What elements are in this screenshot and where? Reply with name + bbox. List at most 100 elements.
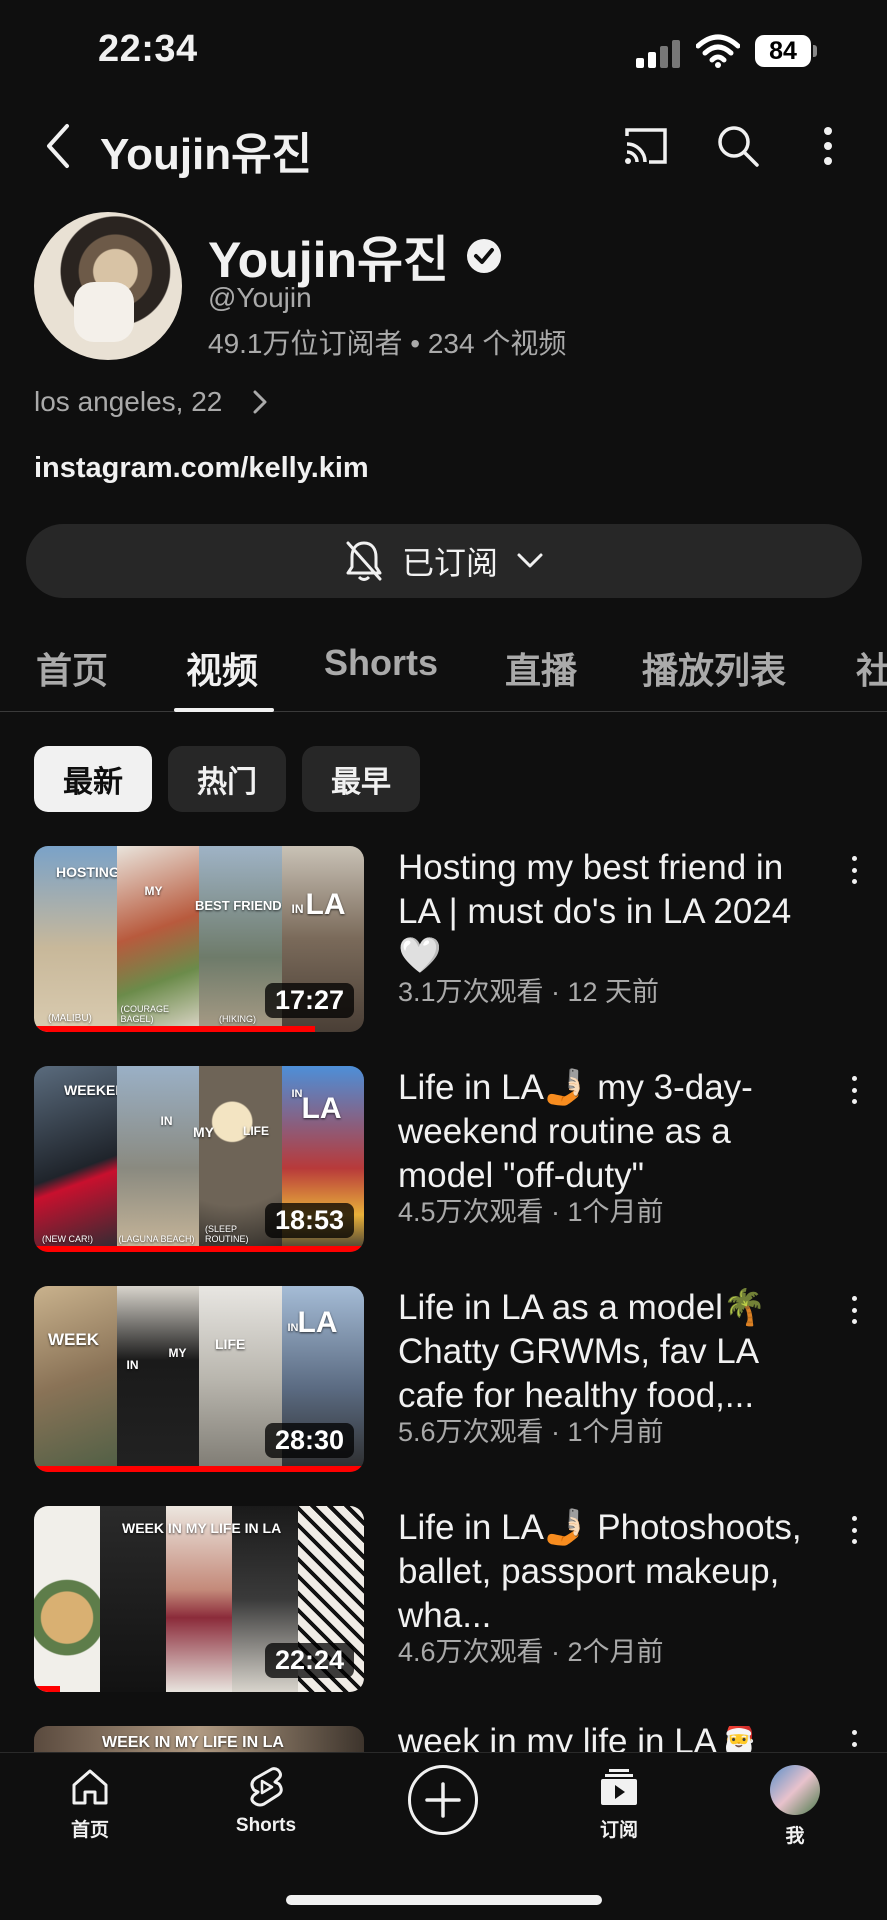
nav-you-label: 我 [785,1826,805,1847]
nav-home[interactable]: 首页 [30,1765,150,1842]
thumb-text: LIFE [243,1124,269,1138]
battery-icon: 84 [755,35,817,67]
chevron-right-icon [253,390,267,414]
subscribed-button[interactable]: 已订阅 [26,524,862,598]
video-thumbnail[interactable]: WEEK IN MY LIFE IN LA [34,1726,364,1752]
status-bar: 22:34 84 [0,0,887,100]
status-time: 22:34 [98,28,198,70]
channel-description[interactable]: los angeles, 22 [34,386,270,418]
video-thumbnail[interactable]: HOSTING (MALIBU) MY (COURAGE BAGEL) BEST… [34,846,364,1032]
chip-popular[interactable]: 热门 [168,746,286,812]
top-app-bar: Youjin유진 [0,100,887,190]
thumb-caption: (LAGUNA BEACH) [118,1234,195,1244]
video-meta: 5.6万次观看 · 1个月前 [398,1417,664,1447]
thumb-text: HOSTING [56,864,120,880]
thumb-caption: (HIKING) [219,1014,256,1024]
video-title[interactable]: Hosting my best friend in LA | must do's… [398,846,828,978]
thumb-text: WEEK IN MY LIFE IN LA [102,1734,284,1751]
bell-off-icon [346,541,382,581]
back-button[interactable] [30,118,86,174]
shorts-icon [250,1767,283,1807]
thumb-caption: (MALIBU) [48,1013,92,1024]
home-indicator [286,1895,602,1905]
chip-oldest[interactable]: 最早 [302,746,420,812]
video-thumbnail[interactable]: WEEK IN MY LIFE IN LA 22:24 [34,1506,364,1692]
create-button[interactable] [408,1765,478,1835]
video-meta: 4.6万次观看 · 2个月前 [398,1637,664,1667]
channel-link[interactable]: instagram.com/kelly.kim [34,452,369,485]
tab-community[interactable]: 社 [856,642,887,694]
video-duration: 28:30 [264,1423,354,1458]
cast-icon [625,128,667,164]
wifi-icon [695,34,741,68]
thumb-caption: (COURAGE BAGEL) [120,1004,170,1024]
more-vert-icon[interactable] [836,1726,872,1752]
search-button[interactable] [710,118,766,174]
channel-avatar[interactable] [34,212,182,360]
chip-latest[interactable]: 最新 [34,746,152,812]
more-vert-icon[interactable] [836,1070,872,1110]
subscribed-label: 已订阅 [401,545,498,581]
battery-level: 84 [755,35,811,67]
thumb-text: IN [126,1358,139,1372]
channel-description-text: los angeles, 22 [34,386,223,417]
video-title[interactable]: Life in LA🤳🏻 my 3-day-weekend routine as… [398,1066,828,1198]
video-item[interactable]: WEEKEND (NEW CAR!) IN (LAGUNA BEACH) MY … [0,1066,887,1266]
watch-progress-bar [34,1246,364,1252]
tab-shorts[interactable]: Shorts [324,642,438,684]
tab-home[interactable]: 首页 [36,642,108,694]
thumb-text: IN [291,902,304,916]
search-icon [718,126,759,167]
thumb-text: MY [168,1346,187,1360]
channel-stats: 49.1万位订阅者 • 234 个视频 [208,328,567,359]
watch-progress-bar [34,1686,61,1692]
more-options-button[interactable] [800,118,856,174]
watch-progress-bar [34,1026,315,1032]
nav-subscriptions-label: 订阅 [599,1820,638,1841]
thumb-text: MY [193,1124,214,1140]
cellular-signal-icon [636,38,684,68]
video-meta: 4.5万次观看 · 1个月前 [398,1197,664,1227]
youtube-channel-page: 22:34 84 Youjin유진 Youjin유진 @Youjin 49.1万… [0,0,887,1920]
tab-playlists[interactable]: 播放列表 [642,642,786,694]
channel-handle: @Youjin [208,282,312,313]
video-title[interactable]: Life in LA as a model🌴 Chatty GRWMs, fav… [398,1286,828,1418]
video-title[interactable]: week in my life in LA🎅 [398,1726,828,1752]
thumb-text: LA [301,1092,342,1125]
thumb-caption: (NEW CAR!) [42,1234,93,1244]
thumb-text: IN [160,1114,173,1128]
thumb-text: WEEK [48,1330,99,1349]
cast-button[interactable] [618,118,674,174]
video-item[interactable]: WEEK IN MY LIFE IN LA 28:30 Life in LA a… [0,1286,887,1486]
thumb-text: BEST FRIEND [195,898,282,913]
nav-home-label: 首页 [70,1820,109,1841]
video-title[interactable]: Life in LA🤳🏻 Photoshoots, ballet, passpo… [398,1506,828,1638]
back-icon [47,124,69,168]
watch-progress-bar [34,1466,364,1472]
nav-you[interactable]: 我 [735,1765,855,1848]
thumb-text: LA [305,888,346,921]
home-icon [72,1769,108,1805]
nav-shorts-label: Shorts [235,1815,297,1836]
more-vert-icon[interactable] [836,850,872,890]
video-item[interactable]: WEEK IN MY LIFE IN LA 22:24 Life in LA🤳🏻… [0,1506,887,1706]
video-meta: 3.1万次观看 · 12 天前 [398,977,660,1007]
page-title: Youjin유진 [100,130,313,179]
create-icon [425,1782,461,1818]
tab-videos[interactable]: 视频 [186,642,258,694]
video-item[interactable]: HOSTING (MALIBU) MY (COURAGE BAGEL) BEST… [0,846,887,1046]
channel-tabs: 首页 视频 Shorts 直播 播放列表 社 [0,632,887,712]
video-thumbnail[interactable]: WEEK IN MY LIFE IN LA 28:30 [34,1286,364,1472]
chevron-down-icon [517,553,543,568]
tab-live[interactable]: 直播 [505,642,577,694]
thumb-text: MY [144,884,163,898]
more-vert-icon[interactable] [836,1290,872,1330]
nav-subscriptions[interactable]: 订阅 [559,1765,679,1842]
more-vert-icon [824,127,832,165]
nav-shorts[interactable]: Shorts [206,1765,326,1837]
video-thumbnail[interactable]: WEEKEND (NEW CAR!) IN (LAGUNA BEACH) MY … [34,1066,364,1252]
video-item[interactable]: WEEK IN MY LIFE IN LA week in my life in… [0,1726,887,1752]
video-duration: 17:27 [264,983,354,1018]
verified-icon [467,239,502,273]
more-vert-icon[interactable] [836,1510,872,1550]
